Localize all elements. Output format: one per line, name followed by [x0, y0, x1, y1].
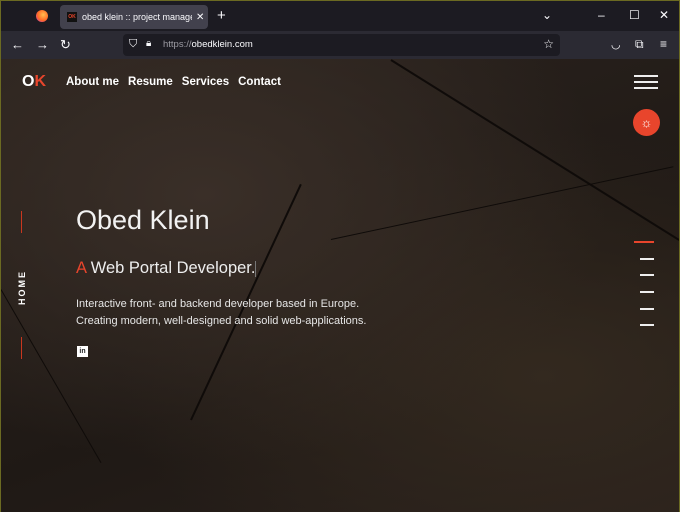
section-dot-3[interactable]	[640, 274, 654, 277]
bookmark-star-icon[interactable]: ☆	[543, 37, 554, 51]
section-dot-2[interactable]	[640, 257, 654, 260]
site-nav: About me Resume Services Contact	[66, 76, 281, 88]
nav-about[interactable]: About me	[66, 76, 119, 88]
favicon-icon: OK	[67, 12, 77, 22]
web-page: OK About me Resume Services Contact ☼ HO…	[1, 59, 679, 512]
lock-icon[interactable]: 🔒︎	[146, 38, 151, 49]
hamburger-menu-icon[interactable]	[634, 75, 658, 93]
nav-services[interactable]: Services	[182, 76, 229, 88]
app-menu-icon[interactable]: ≡	[660, 37, 667, 51]
extensions-icon[interactable]: ⧉	[635, 37, 644, 52]
section-label: HOME	[17, 270, 27, 305]
nav-resume[interactable]: Resume	[128, 76, 173, 88]
nav-toolbar: ← → ↻ ⛉ 🔒︎ https://obedklein.com ☆ ◡ ⧉ ≡	[1, 31, 679, 59]
hero-subtitle: A Web Portal Developer.	[76, 259, 257, 277]
url-bar[interactable]: ⛉ 🔒︎ https://obedklein.com ☆	[123, 34, 560, 56]
firefox-icon[interactable]	[36, 10, 48, 22]
side-line	[21, 211, 22, 233]
section-dot-6[interactable]	[640, 324, 654, 327]
pocket-icon[interactable]: ◡	[611, 38, 621, 51]
linkedin-icon[interactable]: in	[77, 346, 88, 357]
tab-active[interactable]: OK obed klein :: project manager | f ✕	[60, 5, 208, 29]
list-tabs-chevron-icon[interactable]: ⌄	[542, 8, 552, 22]
maximize-button[interactable]: ☐	[629, 8, 640, 22]
nav-contact[interactable]: Contact	[238, 76, 281, 88]
shield-icon[interactable]: ⛉	[129, 38, 137, 51]
theme-toggle-sun-icon[interactable]: ☼	[633, 109, 660, 136]
back-button[interactable]: ←	[11, 37, 24, 52]
site-logo[interactable]: OK	[22, 73, 46, 91]
section-dots	[634, 241, 654, 341]
close-tab-icon[interactable]: ✕	[196, 12, 204, 23]
new-tab-button[interactable]: +	[217, 7, 226, 24]
tab-title: obed klein :: project manager | f	[82, 12, 192, 22]
tab-strip: OK obed klein :: project manager | f ✕ +…	[1, 1, 679, 31]
hero-title: Obed Klein	[76, 205, 210, 235]
reload-button[interactable]: ↻	[60, 37, 71, 53]
section-dot-4[interactable]	[640, 291, 654, 294]
minimize-button[interactable]: –	[598, 8, 605, 22]
side-line	[21, 337, 22, 359]
section-dot-1[interactable]	[634, 241, 654, 243]
section-dot-5[interactable]	[640, 307, 654, 310]
hero-description: Interactive front- and backend developer…	[76, 298, 367, 327]
forward-button[interactable]: →	[36, 37, 49, 52]
close-window-button[interactable]: ✕	[659, 8, 669, 22]
url-text[interactable]: https://obedklein.com	[163, 39, 253, 50]
